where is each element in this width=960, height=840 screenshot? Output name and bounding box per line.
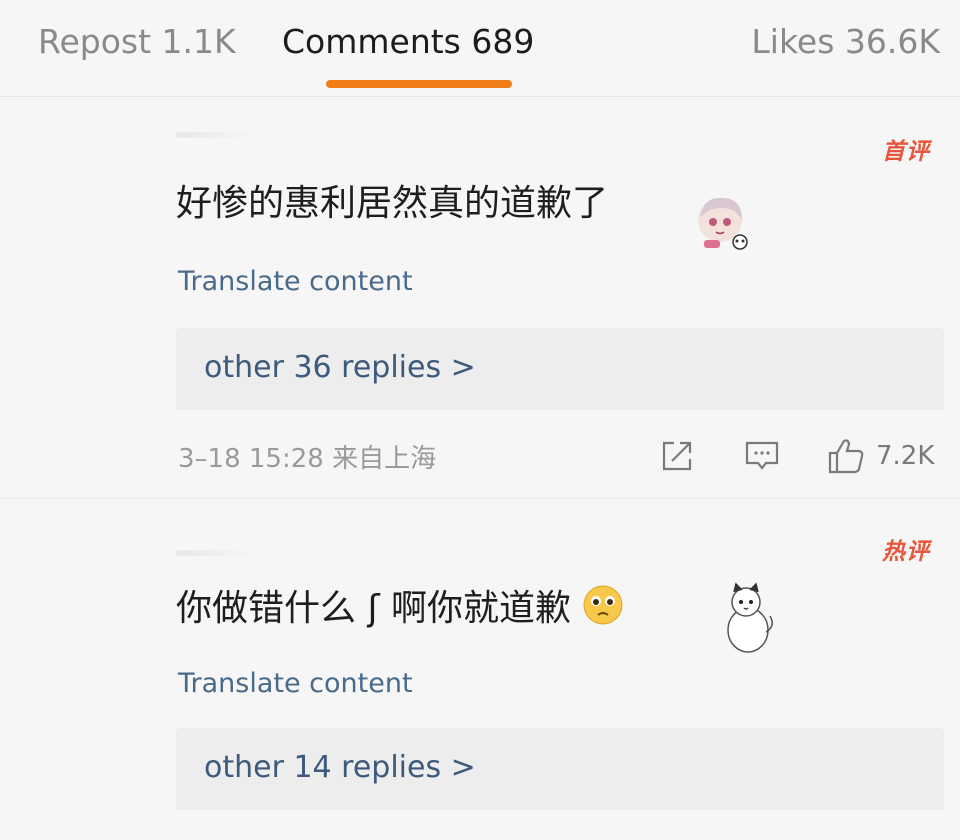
tab-bar: Repost 1.1K Comments 689 Likes 36.6K: [0, 0, 960, 97]
tab-comments[interactable]: Comments 689: [282, 22, 534, 61]
cartoon-cat-sticker: [727, 582, 773, 653]
comments-page: Repost 1.1K Comments 689 Likes 36.6K 首评 …: [0, 0, 960, 840]
active-tab-indicator: [326, 80, 512, 88]
comment-divider: [0, 498, 960, 499]
replies-link[interactable]: other 36 replies >: [204, 350, 476, 385]
username-placeholder: [176, 132, 256, 138]
comment-text: 好惨的惠利居然真的道歉了: [176, 183, 609, 224]
first-comment-badge: 首评: [882, 139, 930, 165]
reply-button[interactable]: [744, 438, 780, 474]
tab-repost[interactable]: Repost 1.1K: [38, 22, 236, 61]
hot-comment-badge: 热评: [882, 539, 930, 565]
share-button[interactable]: [660, 438, 694, 474]
like-button[interactable]: 7.2K: [826, 438, 934, 474]
comment-text-body: 你做错什么 ʃ 啊你就道歉: [176, 588, 571, 629]
anime-girl-sticker: [698, 197, 748, 250]
like-count: 7.2K: [876, 441, 935, 471]
replies-box[interactable]: other 36 replies >: [176, 328, 944, 410]
tab-likes[interactable]: Likes 36.6K: [751, 22, 940, 61]
replies-box[interactable]: other 14 replies >: [176, 728, 944, 810]
comment-text: 你做错什么 ʃ 啊你就道歉: [176, 584, 624, 631]
comment-meta-row: 3–18 15:28 来自上海 7.2K: [0, 438, 960, 478]
replies-link[interactable]: other 14 replies >: [204, 750, 476, 785]
share-icon: [662, 441, 692, 471]
comment-timestamp: 3–18 15:28 来自上海: [178, 444, 437, 474]
thumbs-up-icon: [828, 439, 864, 474]
pleading-face-emoji: [583, 585, 623, 625]
comment-icon: [745, 441, 779, 470]
translate-link[interactable]: Translate content: [178, 668, 413, 699]
translate-link[interactable]: Translate content: [178, 266, 413, 297]
username-placeholder: [176, 550, 256, 556]
